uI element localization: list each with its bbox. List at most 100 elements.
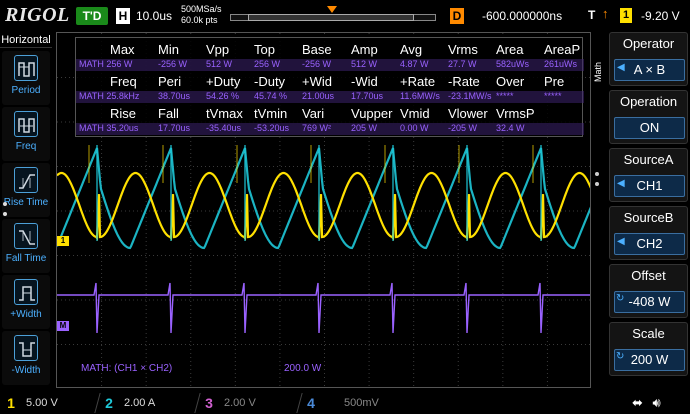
meas-value: 261uWs <box>544 59 578 69</box>
speaker-icon: 🔊︎ <box>652 395 661 410</box>
channel-3-tab[interactable]: 3 2.00 V <box>200 393 303 413</box>
rising-edge-icon: ↑ <box>602 6 609 21</box>
ch1-offset-marker[interactable]: 1 <box>57 236 69 246</box>
meas-value: ***** <box>496 91 514 101</box>
meas-value: 32.4 W <box>496 123 525 133</box>
measure-negative-width-label: -Width <box>11 365 41 376</box>
channel-2-number: 2 <box>105 395 113 411</box>
measure-period-button[interactable]: Period <box>2 51 50 105</box>
scale-softkey[interactable]: Scale 200 W ↻ <box>609 322 688 376</box>
meas-value: 17.70us <box>351 91 384 101</box>
waveform-display[interactable]: Max Min Vpp Top Base Amp Avg Vrms Area A… <box>56 32 591 388</box>
meas-header: Rise <box>110 106 137 121</box>
meas-header: Vlower <box>448 106 488 121</box>
meas-header: -Duty <box>254 74 286 89</box>
meas-header: Vmid <box>400 106 430 121</box>
knob-icon: ↻ <box>616 293 625 304</box>
meas-header: Top <box>254 42 275 57</box>
measurement-value-row: MATH 35.20us 17.70us -35.40us -53.20us 7… <box>76 123 584 135</box>
meas-header: Fall <box>158 106 179 121</box>
usb-icon: ⬌ <box>632 395 643 410</box>
meas-header: +Duty <box>206 74 241 89</box>
run-state-badge[interactable]: T'D <box>76 7 108 25</box>
channel-2-tab[interactable]: 2 2.00 A <box>100 393 201 413</box>
meas-value: 582uWs <box>496 59 530 69</box>
meas-value: 769 W² <box>302 123 332 133</box>
channel-1-scale: 5.00 V <box>26 397 58 409</box>
page-indicator-dot <box>3 212 7 216</box>
math-menu-side-tab: Math <box>593 32 607 112</box>
left-arrow-icon: ◀ <box>617 178 625 189</box>
operation-value: ON <box>614 117 685 139</box>
trigger-badge: T <box>588 8 596 22</box>
meas-value: 54.26 % <box>206 91 240 101</box>
timebase-value[interactable]: 10.0us <box>136 9 172 23</box>
meas-value: 11.6MW/s <box>400 91 440 101</box>
horizontal-mode-badge: H <box>116 8 130 24</box>
meas-value: -53.20us <box>254 123 290 133</box>
measure-menu: Horizontal Period Freq Rise Time Fall Ti… <box>0 32 52 390</box>
source-a-label: SourceA <box>623 152 674 167</box>
meas-value: 205 W <box>351 123 378 133</box>
measure-positive-width-button[interactable]: +Width <box>2 275 50 329</box>
source-b-label: SourceB <box>623 210 674 225</box>
offset-value: -408 W <box>614 291 685 313</box>
channel-1-tab[interactable]: 1 5.00 V <box>2 393 101 413</box>
meas-header: Min <box>158 42 179 57</box>
left-arrow-icon: ◀ <box>617 236 625 247</box>
rigol-logo: RIGOL <box>5 4 70 26</box>
tab-divider <box>291 393 303 413</box>
channel-4-scale: 500mV <box>344 397 379 409</box>
channel-4-number: 4 <box>307 395 315 411</box>
meas-header: tVmin <box>254 106 288 121</box>
memory-depth: 60.0k pts <box>181 15 218 25</box>
channel-status-bar: 1 5.00 V 2 2.00 A 3 2.00 V 4 500mV ⬌ 🔊︎ <box>0 392 690 414</box>
offset-softkey[interactable]: Offset -408 W ↻ <box>609 264 688 318</box>
measurement-value-row: MATH 25.8kHz 38.70us 54.26 % 45.74 % 21.… <box>76 91 584 103</box>
measure-fall-time-label: Fall Time <box>5 253 47 264</box>
meas-value: 45.74 % <box>254 91 288 101</box>
trigger-level-value[interactable]: -9.20 V <box>641 9 680 23</box>
measurement-header-row: Rise Fall tVmax tVmin Vari Vupper Vmid V… <box>76 106 584 121</box>
measure-frequency-label: Freq <box>15 141 37 152</box>
page-indicator-dot <box>595 182 599 186</box>
meas-header: Vupper <box>351 106 393 121</box>
meas-value: 512 W <box>351 59 378 69</box>
meas-header: Area <box>496 42 524 57</box>
operation-softkey[interactable]: Operation ON <box>609 90 688 144</box>
source-b-softkey[interactable]: SourceB CH2 ◀ <box>609 206 688 260</box>
measurement-header-row: Max Min Vpp Top Base Amp Avg Vrms Area A… <box>76 42 584 57</box>
page-indicator-dot <box>595 172 599 176</box>
frequency-icon <box>14 111 38 137</box>
meas-header: Amp <box>351 42 378 57</box>
measure-rise-time-button[interactable]: Rise Time <box>2 163 50 217</box>
operation-label: Operation <box>619 94 678 109</box>
measure-negative-width-button[interactable]: -Width <box>2 331 50 385</box>
channel-3-number: 3 <box>205 395 213 411</box>
meas-value: MATH 256 W <box>79 59 133 69</box>
meas-header: VrmsP <box>496 106 535 121</box>
operator-softkey[interactable]: Operator A × B ◀ <box>609 32 688 86</box>
measure-fall-time-button[interactable]: Fall Time <box>2 219 50 273</box>
meas-header: Vpp <box>206 42 230 57</box>
channel-1-number: 1 <box>7 395 15 411</box>
meas-header: +Rate <box>400 74 436 89</box>
meas-value: 27.7 W <box>448 59 477 69</box>
meas-header: +Wid <box>302 74 332 89</box>
meas-header: Vrms <box>448 42 478 57</box>
top-status-bar: RIGOL T'D H 10.0us 500MSa/s 60.0k pts D … <box>0 0 690 32</box>
meas-value: -23.1MW/s <box>448 91 492 101</box>
scale-label: Scale <box>632 326 665 341</box>
channel-4-tab[interactable]: 4 500mV <box>302 393 402 413</box>
status-icons: ⬌ 🔊︎ <box>632 395 661 411</box>
tab-divider <box>89 393 101 413</box>
measure-menu-title: Horizontal <box>0 34 52 48</box>
source-a-softkey[interactable]: SourceA CH1 ◀ <box>609 148 688 202</box>
meas-header: AreaP <box>544 42 581 57</box>
meas-header: Max <box>110 42 135 57</box>
math-offset-marker[interactable]: M <box>57 321 69 331</box>
meas-value: -35.40us <box>206 123 242 133</box>
horizontal-delay-value[interactable]: -600.000000ns <box>482 9 562 23</box>
meas-value: MATH 35.20us <box>79 123 139 133</box>
measure-frequency-button[interactable]: Freq <box>2 107 50 161</box>
